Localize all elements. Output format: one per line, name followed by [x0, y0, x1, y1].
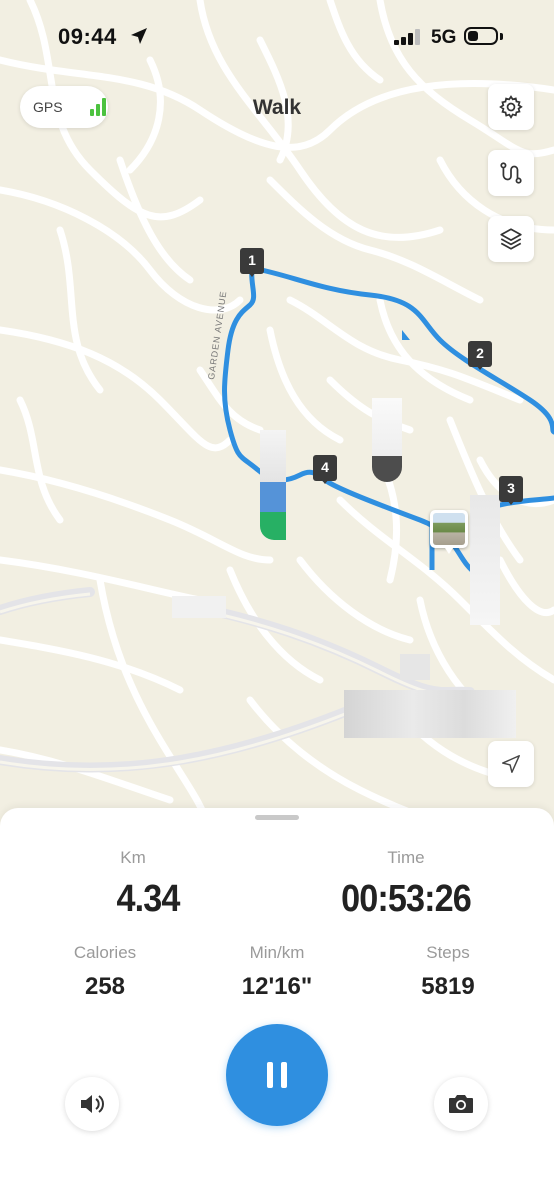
status-time: 09:44: [58, 24, 117, 49]
pause-button[interactable]: [226, 1024, 328, 1126]
recenter-button[interactable]: [488, 741, 534, 787]
blurred-area: [344, 690, 516, 738]
status-bar: 09:44 5G: [0, 0, 554, 72]
blurred-area: [470, 495, 500, 625]
route-icon: [500, 162, 522, 184]
layers-icon: [500, 228, 522, 250]
battery-tip: [500, 33, 503, 40]
calories-label: Calories: [73, 943, 137, 962]
photo-thumbnail: [433, 513, 465, 545]
layers-button[interactable]: [488, 216, 534, 262]
route-marker-2[interactable]: 2: [468, 341, 492, 370]
distance-label: Km: [120, 848, 146, 867]
camera-icon: [449, 1095, 473, 1113]
route-arrow: [402, 330, 410, 340]
blurred-area: [372, 398, 402, 456]
signal-icon: [394, 29, 420, 45]
pace-label: Min/km: [249, 943, 305, 962]
steps-label: Steps: [426, 943, 470, 962]
pause-icon: [267, 1062, 287, 1088]
speaker-icon: [81, 1095, 104, 1113]
page-title: Walk: [252, 96, 302, 119]
route-marker-4[interactable]: 4: [313, 455, 337, 484]
steps-value: 5819: [421, 973, 475, 1000]
pace-value: 12'16": [241, 973, 313, 1000]
time-value: 00:53:26: [341, 878, 472, 920]
drag-handle[interactable]: [255, 815, 299, 820]
route-marker-1[interactable]: 1: [240, 248, 264, 277]
battery-icon: [464, 27, 498, 45]
blurred-area: [172, 596, 226, 618]
sound-button[interactable]: [65, 1077, 119, 1131]
route-button[interactable]: [488, 150, 534, 196]
camera-button[interactable]: [434, 1077, 488, 1131]
calories-value: 258: [84, 973, 126, 1000]
blurred-area: [260, 512, 286, 540]
stats-panel: Km 4.34 Time 00:53:26 Calories 258 Min/k…: [0, 808, 554, 1200]
location-arrow-icon: [131, 28, 147, 44]
settings-button[interactable]: [488, 84, 534, 130]
route-marker-3[interactable]: 3: [499, 476, 523, 505]
navigation-arrow-icon: [502, 755, 520, 773]
network-type: 5G: [431, 27, 457, 48]
blurred-area: [260, 430, 286, 482]
time-label: Time: [387, 848, 425, 867]
gear-icon: [499, 95, 523, 119]
blurred-area: [400, 654, 430, 680]
photo-pin[interactable]: [430, 510, 468, 554]
blurred-area: [260, 482, 286, 512]
distance-value: 4.34: [116, 878, 181, 920]
